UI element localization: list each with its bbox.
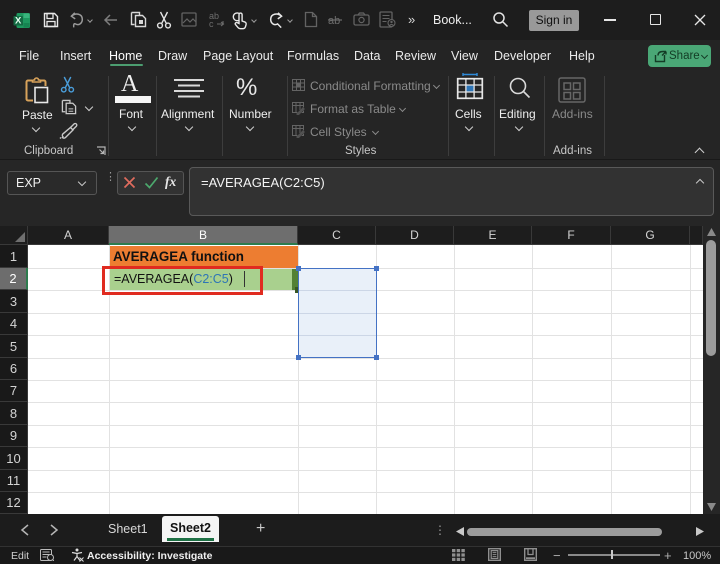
svg-text:X: X — [15, 16, 22, 27]
svg-text:c: c — [209, 19, 214, 28]
